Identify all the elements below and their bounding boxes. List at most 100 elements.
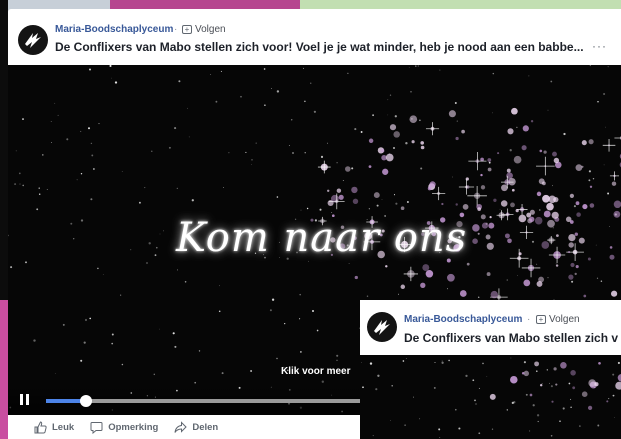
star-dot <box>336 354 339 357</box>
star-dot <box>506 279 509 281</box>
star-dot <box>596 277 599 279</box>
star-dot <box>121 363 124 366</box>
pause-button[interactable] <box>20 394 30 405</box>
sparkle-dot <box>589 203 595 208</box>
separator-dot: · <box>174 24 178 35</box>
page-avatar[interactable] <box>18 25 48 55</box>
star-dot <box>276 90 280 93</box>
sparkle-dot <box>609 254 615 260</box>
sparkle-dot <box>539 149 543 153</box>
star-dot <box>50 121 52 122</box>
star-dot <box>313 110 316 113</box>
star-dot <box>251 164 252 165</box>
share-button[interactable]: Delen <box>174 420 219 434</box>
star-dot <box>84 318 88 322</box>
star-dot <box>292 152 294 154</box>
sparkle-glint <box>509 248 529 268</box>
star-dot <box>528 75 530 77</box>
star-dot <box>369 362 373 365</box>
star-dot <box>492 72 495 75</box>
follow-button[interactable]: + Volgen <box>182 24 226 35</box>
sparkle-dot <box>400 284 406 290</box>
star-dot <box>351 167 354 170</box>
star-dot <box>80 173 83 175</box>
star-dot <box>25 261 27 264</box>
star-dot <box>550 80 553 83</box>
sparkle-glint <box>425 122 440 136</box>
sparkle-glint <box>519 225 534 240</box>
star-dot <box>612 373 615 376</box>
sparkle-dot <box>472 238 478 244</box>
comment-icon <box>90 421 103 434</box>
star-dot <box>465 374 468 378</box>
sparkle-dot <box>572 386 576 390</box>
star-dot <box>194 381 197 384</box>
sparkle-dot <box>578 237 585 244</box>
sparkle-dot <box>352 198 359 205</box>
star-dot <box>18 172 21 175</box>
star-dot <box>153 373 156 376</box>
sparkle-dot <box>606 400 609 403</box>
star-dot <box>588 170 591 173</box>
sparkle-dot <box>518 252 522 256</box>
star-dot <box>570 398 572 400</box>
star-dot <box>419 418 421 420</box>
sparkle-glint <box>536 156 555 176</box>
overlay-facebook-post: Maria-Boodschaplyceum · + Volgen De Conf… <box>360 300 621 439</box>
star-dot <box>321 380 324 383</box>
star-dot <box>306 207 309 210</box>
video-progress-bar[interactable] <box>46 395 376 407</box>
star-dot <box>159 233 161 235</box>
share-label: Delen <box>192 421 219 433</box>
video-progress-knob[interactable] <box>79 395 92 407</box>
star-dot <box>114 81 118 84</box>
star-dot <box>154 254 157 257</box>
sparkle-dot <box>506 168 511 173</box>
sparkle-dot <box>441 202 444 206</box>
like-button[interactable]: Leuk <box>34 420 74 434</box>
sparkle-dot <box>481 222 489 229</box>
star-dot <box>130 249 132 251</box>
sparkle-dot <box>400 206 405 210</box>
star-dot <box>188 136 190 138</box>
star-dot <box>90 198 93 201</box>
sparkle-dot <box>480 173 483 177</box>
star-dot <box>276 196 279 198</box>
sparkle-dot <box>552 151 557 157</box>
sparkle-dot <box>568 233 576 242</box>
click-for-more-link[interactable]: Klik voor meer <box>281 366 350 377</box>
more-options-icon[interactable]: ··· <box>592 39 607 53</box>
star-dot <box>38 193 41 195</box>
star-dot <box>155 246 158 249</box>
star-dot <box>228 152 230 154</box>
star-dot <box>97 267 99 270</box>
sparkle-dot <box>462 204 469 210</box>
comment-button[interactable]: Opmerking <box>90 421 158 434</box>
overlay-follow-button[interactable]: + Volgen <box>536 314 580 325</box>
sparkle-dot <box>546 202 554 211</box>
star-dot <box>109 65 112 68</box>
star-dot <box>420 167 423 170</box>
sparkle-dot <box>534 361 540 367</box>
star-dot <box>290 119 293 121</box>
pause-bar-right <box>26 394 29 405</box>
overlay-page-name-link[interactable]: Maria-Boodschaplyceum <box>404 314 522 325</box>
sparkle-dot <box>477 232 480 235</box>
star-dot <box>33 339 36 342</box>
star-dot <box>327 142 328 144</box>
sparkle-dot <box>543 210 551 218</box>
sparkle-dot <box>547 219 555 228</box>
star-dot <box>336 162 338 164</box>
background-left-pink-strip <box>0 300 8 439</box>
overlay-separator-dot: · <box>527 314 531 325</box>
star-dot <box>589 65 591 67</box>
star-dot <box>516 274 518 276</box>
overlay-page-avatar[interactable] <box>367 312 397 342</box>
page-name-link[interactable]: Maria-Boodschaplyceum <box>55 24 173 35</box>
star-dot <box>172 332 175 335</box>
sparkle-dot <box>429 181 436 188</box>
sparkle-dot <box>466 262 470 266</box>
sparkle-dot <box>461 129 465 134</box>
overlay-video-player[interactable] <box>360 355 621 439</box>
sparkle-dot <box>489 393 496 400</box>
